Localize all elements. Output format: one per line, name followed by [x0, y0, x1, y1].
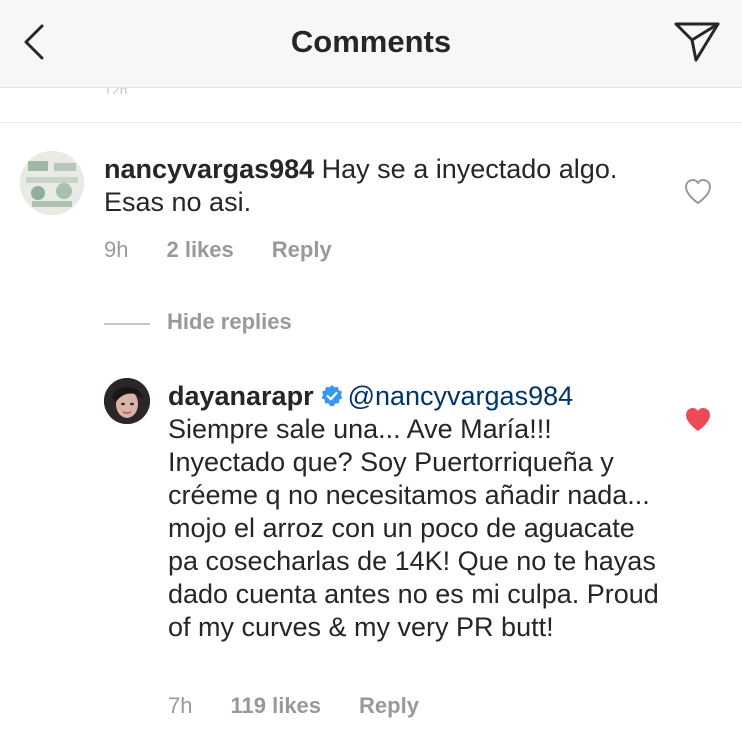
- avatar[interactable]: [20, 151, 84, 215]
- comment-meta: 9h 2 likes Reply: [104, 237, 332, 263]
- avatar-image: [20, 151, 84, 215]
- reply-mention[interactable]: @nancyvargas984: [348, 381, 574, 411]
- verified-badge-icon: [321, 385, 342, 407]
- reply-meta: 7h 119 likes Reply: [168, 693, 419, 719]
- replies-divider-line: [104, 323, 150, 325]
- reply-button[interactable]: Reply: [272, 237, 332, 263]
- like-button[interactable]: [683, 177, 713, 205]
- comment-text: nancyvargas984 Hay se a inyectado algo. …: [104, 153, 664, 219]
- paper-plane-icon: [674, 22, 720, 62]
- divider: [0, 122, 742, 123]
- comment-time: 9h: [104, 237, 129, 262]
- reply-username[interactable]: dayanarapr: [168, 381, 314, 411]
- likes-count[interactable]: 119 likes: [230, 693, 321, 719]
- page-title: Comments: [290, 24, 452, 59]
- avatar-image: [104, 378, 150, 424]
- like-button[interactable]: [683, 405, 713, 433]
- reply-time: 7h: [168, 693, 193, 718]
- heart-outline-icon: [684, 178, 712, 205]
- share-button[interactable]: [672, 18, 722, 64]
- reply-button[interactable]: Reply: [359, 693, 419, 719]
- heart-filled-icon: [686, 408, 710, 431]
- reply-body: Siempre sale una... Ave María!!! Inyecta…: [168, 414, 659, 642]
- avatar[interactable]: [104, 378, 150, 424]
- hide-replies-button[interactable]: Hide replies: [167, 309, 292, 335]
- comment-username[interactable]: nancyvargas984: [104, 154, 314, 184]
- reply-text: dayanarapr @nancyvargas984 Siempre sale …: [168, 380, 668, 644]
- likes-count[interactable]: 2 likes: [166, 237, 233, 263]
- cut-off-text: 12h: [104, 88, 127, 94]
- header-bar: Comments: [0, 0, 742, 88]
